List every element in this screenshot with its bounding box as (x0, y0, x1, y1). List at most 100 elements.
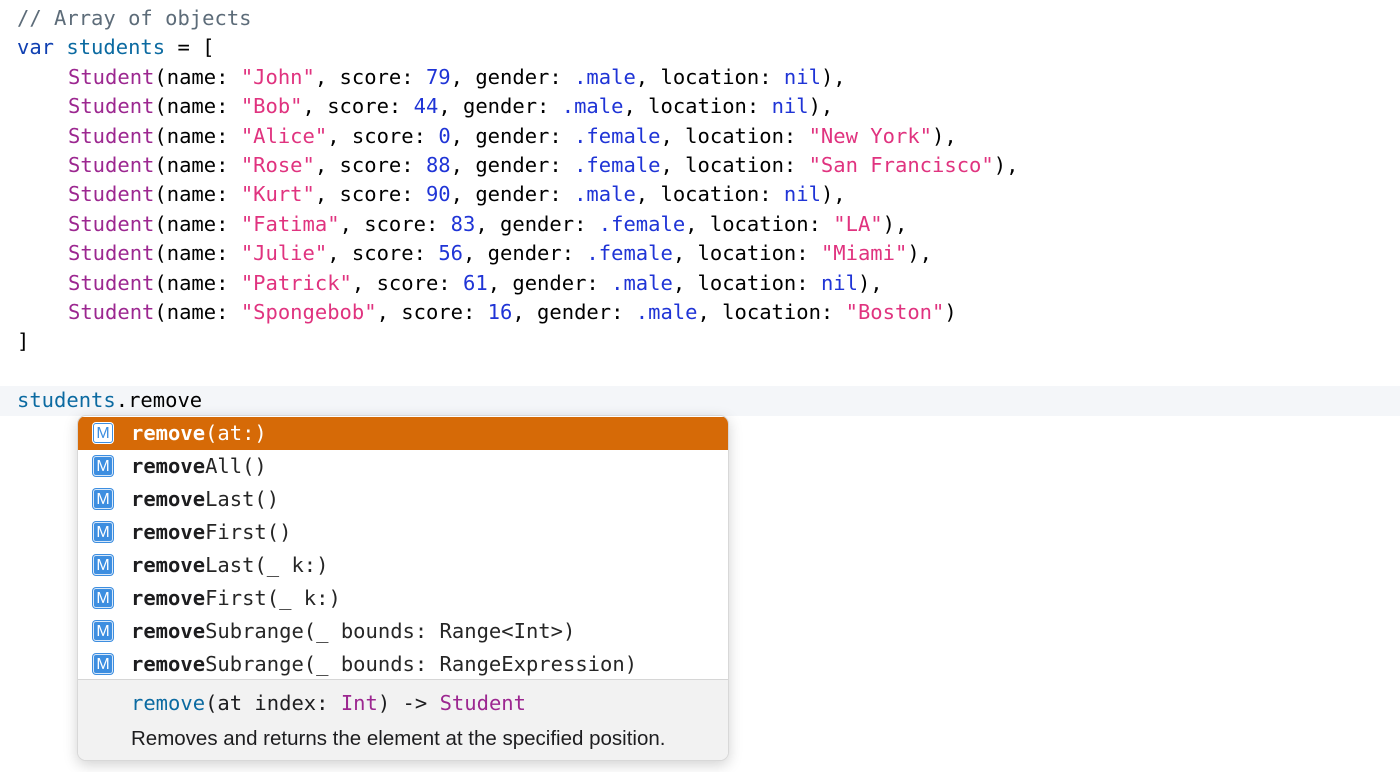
suggestion-match-text: remove (131, 520, 206, 544)
student-score-value: 44 (413, 94, 439, 119)
student-type: Student (68, 211, 155, 236)
row-end: ) (944, 300, 957, 324)
current-dot: . (115, 388, 129, 413)
code-line-student: Student(name: "Julie", score: 56, gender… (0, 239, 1400, 268)
code-line-comment: // Array of objects (0, 4, 1400, 33)
location-label: , location: (635, 182, 784, 207)
gender-label: , gender: (475, 211, 599, 236)
student-type: Student (68, 123, 155, 148)
code-line-student: Student(name: "Fatima", score: 83, gende… (0, 210, 1400, 239)
code-line-student: Student(name: "John", score: 79, gender:… (0, 63, 1400, 92)
suggestion-match-text: remove (131, 454, 206, 478)
signature-parameter: (at index: (205, 691, 341, 715)
score-label: , score: (339, 211, 451, 236)
location-label: , location: (697, 300, 846, 324)
name-label: (name: (154, 211, 241, 236)
suggestion-match-text: remove (131, 586, 206, 610)
suggestion-rest-text: (at:) (205, 421, 267, 445)
name-label: (name: (154, 123, 241, 148)
row-end: ), (882, 211, 908, 236)
suggestion-item[interactable]: MremoveLast(_ k:) (78, 549, 728, 582)
student-gender-value: .female (586, 241, 673, 266)
method-badge-letter: M (93, 588, 113, 608)
keyword-var: var (17, 35, 55, 60)
student-gender-value: .male (635, 300, 698, 324)
student-gender-value: .male (561, 94, 624, 119)
method-badge-letter: M (93, 423, 113, 443)
suggestion-match-text: remove (131, 421, 206, 445)
suggestion-rest-text: All() (205, 454, 267, 478)
student-type: Student (68, 94, 155, 119)
name-label: (name: (154, 270, 241, 295)
score-label: , score: (376, 300, 488, 324)
function-signature: remove(at index: Int) -> Student (131, 688, 526, 718)
code-line-current[interactable]: students.remove (0, 386, 1400, 416)
suggestion-item[interactable]: MremoveSubrange(_ bounds: Range<Int>) (78, 615, 728, 648)
suggestion-label: removeSubrange(_ bounds: RangeExpression… (131, 648, 637, 681)
student-gender-value: .female (598, 211, 686, 236)
student-type: Student (68, 64, 155, 89)
method-badge-icon: M (92, 422, 114, 444)
name-label: (name: (154, 241, 241, 266)
student-score-value: 0 (438, 123, 451, 148)
suggestion-match-text: remove (131, 652, 206, 676)
name-label: (name: (154, 94, 241, 119)
suggestion-rest-text: Last() (205, 487, 280, 511)
autocomplete-popup[interactable]: Mremove(at:) MremoveAll() MremoveLast() Mre… (77, 415, 729, 761)
autocomplete-detail-panel: remove(at index: Int) -> Student Removes… (78, 679, 728, 760)
signature-parameter-type: Int (340, 691, 378, 715)
student-name-value: "Julie" (240, 241, 328, 266)
student-name-value: "Spongebob" (240, 300, 377, 324)
student-name-value: "Patrick" (240, 270, 352, 295)
gender-label: , gender: (487, 270, 612, 295)
gender-label: , gender: (450, 123, 575, 148)
suggestion-item[interactable]: MremoveLast() (78, 483, 728, 516)
suggestion-label: removeAll() (131, 450, 267, 483)
student-location-value: nil (771, 94, 809, 119)
student-type: Student (68, 153, 155, 177)
suggestion-match-text: remove (131, 619, 206, 643)
location-label: , location: (660, 123, 809, 148)
code-line-declaration: var students = [ (0, 33, 1400, 62)
row-end: ), (907, 241, 933, 266)
student-location-value: "San Francisco" (808, 153, 994, 177)
code-line-student: Student(name: "Patrick", score: 61, gend… (0, 269, 1400, 298)
suggestion-label: removeLast() (131, 483, 279, 516)
suggestion-item[interactable]: MremoveAll() (78, 450, 728, 483)
row-end: ), (820, 64, 846, 89)
variable-name: students (66, 35, 166, 60)
student-score-value: 56 (438, 241, 463, 266)
location-label: , location: (660, 153, 809, 177)
gender-label: , gender: (463, 241, 587, 266)
suggestion-rest-text: Subrange(_ bounds: Range<Int>) (205, 619, 576, 643)
gender-label: , gender: (512, 300, 636, 324)
gender-label: , gender: (450, 182, 575, 207)
row-end: ), (808, 94, 834, 119)
code-line-close: ] (0, 327, 1400, 356)
suggestion-item[interactable]: MremoveSubrange(_ bounds: RangeExpressio… (78, 648, 728, 681)
student-name-value: "Rose" (240, 153, 315, 177)
student-name-value: "Bob" (240, 94, 303, 119)
row-end: ), (857, 270, 883, 295)
location-label: , location: (685, 211, 834, 236)
suggestion-item[interactable]: Mremove(at:) (78, 417, 728, 450)
function-description: Removes and returns the element at the s… (131, 727, 666, 750)
suggestion-item[interactable]: MremoveFirst() (78, 516, 728, 549)
row-end: ), (820, 182, 846, 207)
location-label: , location: (623, 94, 772, 119)
method-badge-icon: M (92, 620, 114, 642)
gender-label: , gender: (450, 153, 575, 177)
student-location-value: "Miami" (820, 241, 908, 266)
current-typed-text: remove (128, 388, 203, 413)
suggestion-label: removeSubrange(_ bounds: Range<Int>) (131, 615, 575, 648)
student-score-value: 90 (425, 182, 451, 207)
code-editor[interactable]: // Array of objects var students = [ Stu… (0, 0, 1400, 772)
row-end: ), (932, 123, 957, 148)
suggestion-item[interactable]: MremoveFirst(_ k:) (78, 582, 728, 615)
student-location-value: "New York" (808, 123, 933, 148)
score-label: , score: (302, 94, 414, 119)
method-badge-icon: M (92, 587, 114, 609)
student-name-value: "Kurt" (240, 182, 315, 207)
suggestion-label: removeFirst(_ k:) (131, 582, 341, 615)
score-label: , score: (351, 270, 463, 295)
